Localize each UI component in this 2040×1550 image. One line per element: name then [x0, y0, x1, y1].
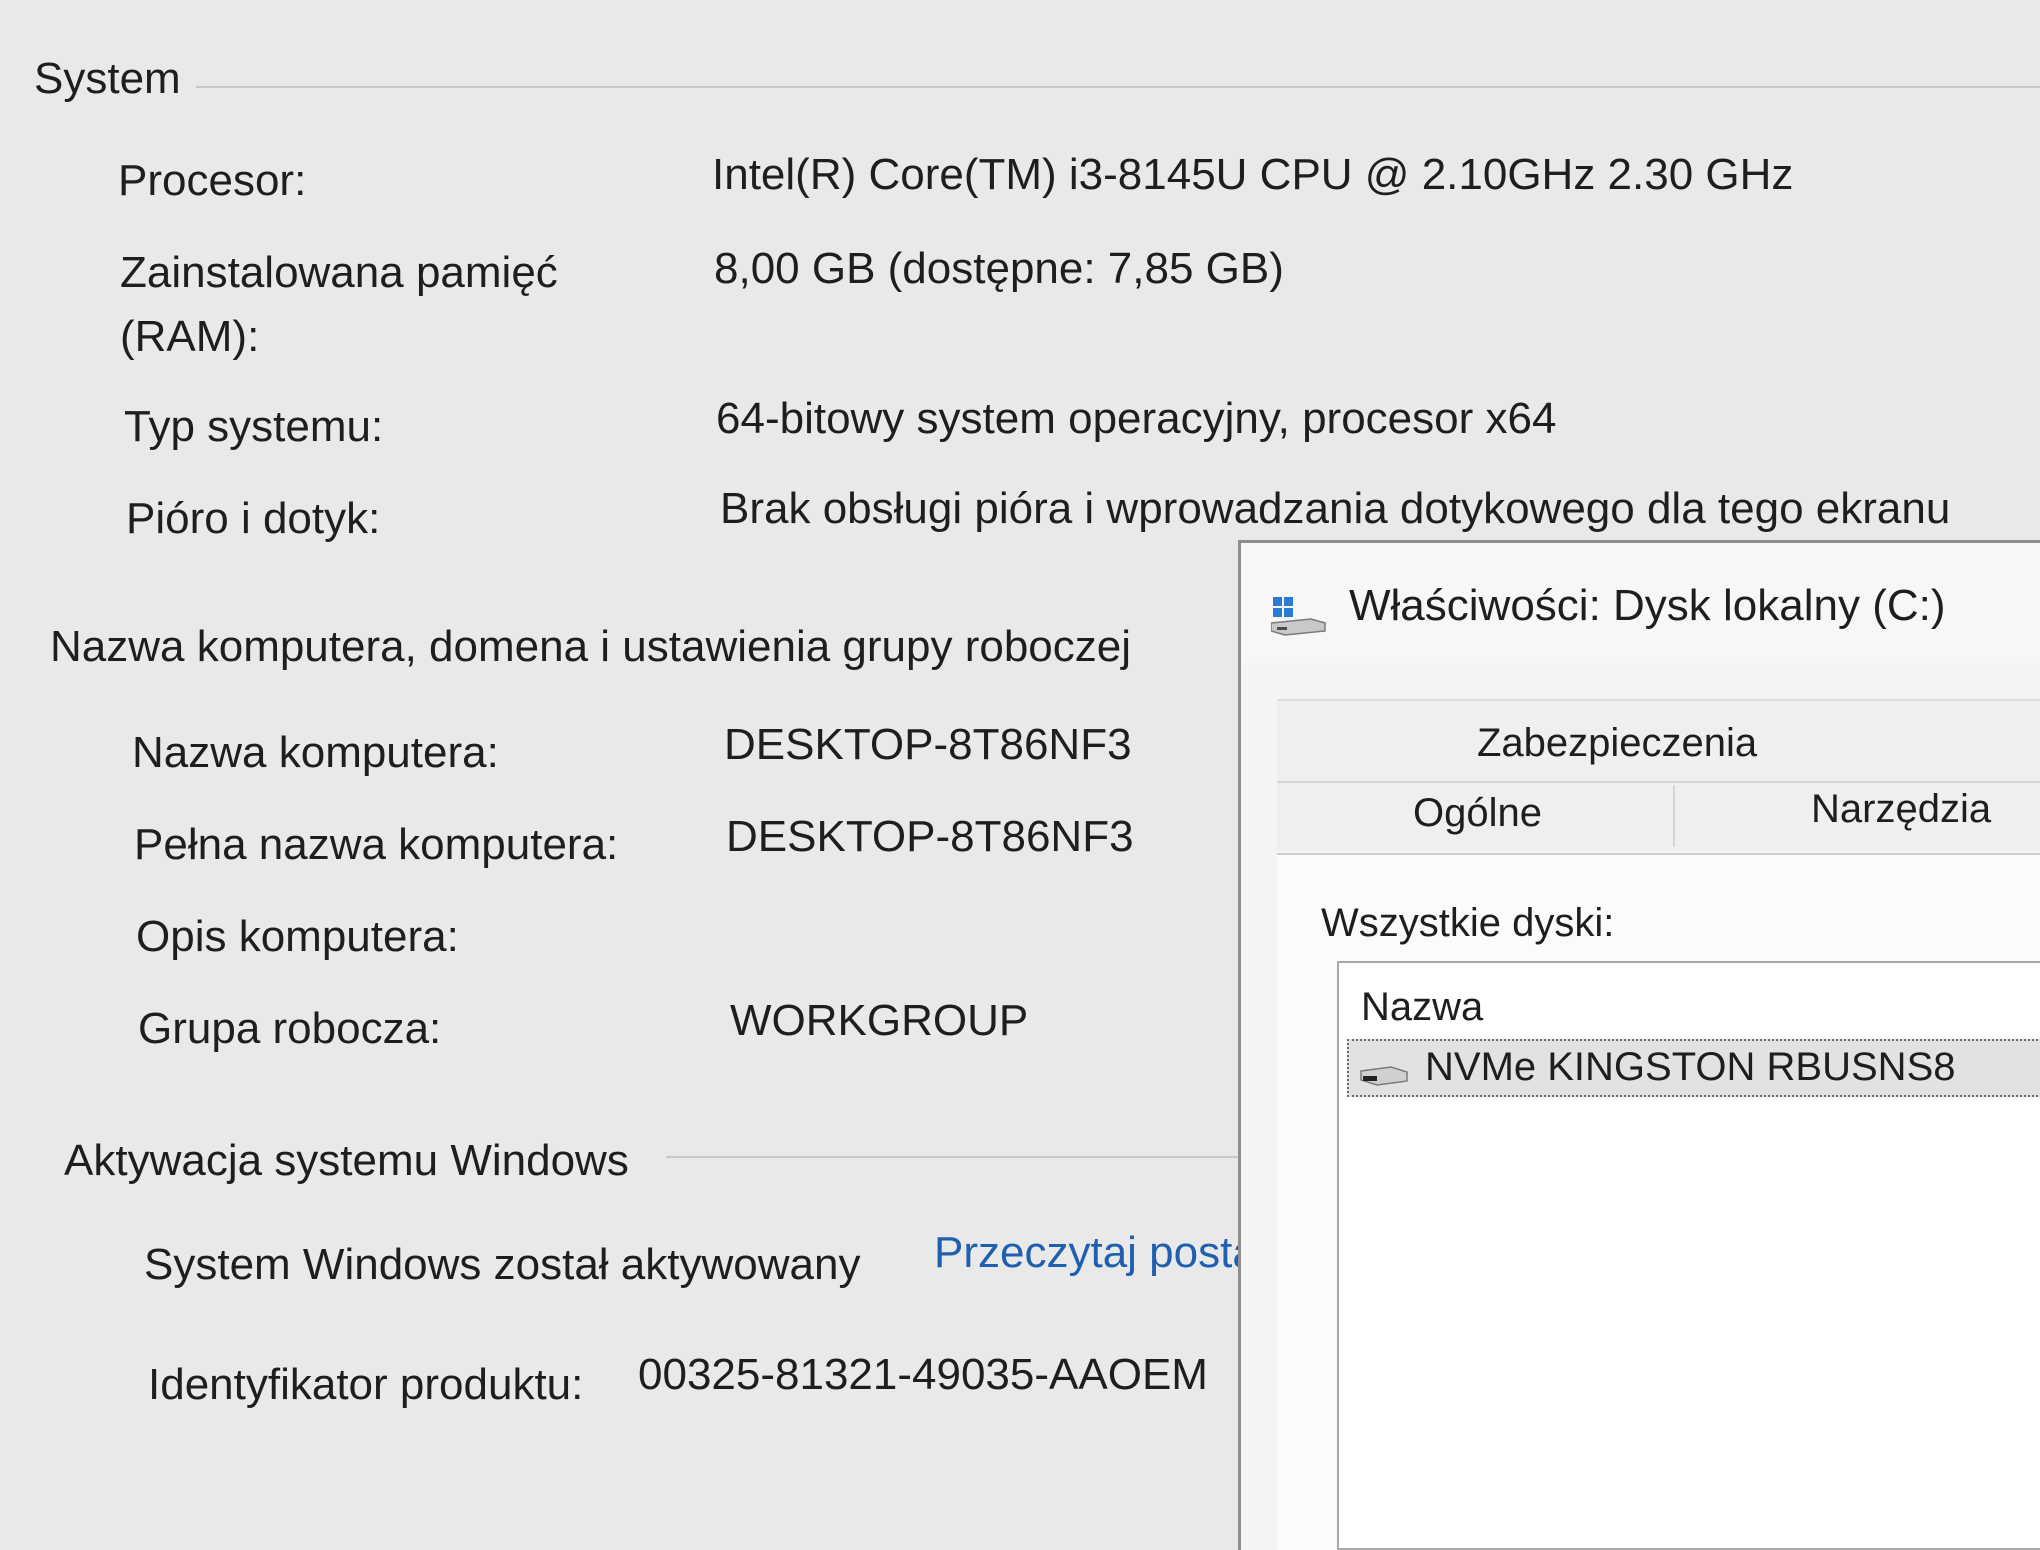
section-title-activation: Aktywacja systemu Windows: [64, 1136, 629, 1185]
read-more-link[interactable]: Przeczytaj posta: [934, 1228, 1238, 1278]
column-header-name[interactable]: Nazwa: [1361, 985, 1483, 1030]
disk-list-item[interactable]: NVMe KINGSTON RBUSNS8: [1347, 1039, 2040, 1097]
drive-icon: [1271, 597, 1326, 636]
hard-drive-icon: [1360, 1066, 1408, 1086]
tab-strip: Zabezpieczenia Ogólne Narzędzia: [1277, 699, 2040, 851]
drive-properties-dialog[interactable]: Właściwości: Dysk lokalny (C:) Zabezpiec…: [1238, 540, 2040, 1550]
value-system-type: 64-bitowy system operacyjny, procesor x6…: [716, 394, 1557, 443]
label-pen-touch: Pióro i dotyk:: [126, 494, 381, 543]
disk-name: NVMe KINGSTON RBUSNS8: [1425, 1045, 1956, 1089]
tab-general[interactable]: Ogólne: [1413, 791, 1542, 836]
value-workgroup: WORKGROUP: [730, 996, 1029, 1045]
value-pen-touch: Brak obsługi pióra i wprowadzania dotyko…: [720, 484, 1951, 533]
label-product-id: Identyfikator produktu:: [148, 1360, 584, 1409]
label-computer-description: Opis komputera:: [136, 912, 459, 961]
label-ram: Zainstalowana pamięć: [120, 248, 558, 297]
value-full-computer-name: DESKTOP-8T86NF3: [726, 812, 1134, 861]
section-divider: [196, 86, 2040, 88]
tab-security[interactable]: Zabezpieczenia: [1477, 721, 1757, 766]
value-processor: Intel(R) Core(TM) i3-8145U CPU @ 2.10GHz…: [712, 150, 1794, 199]
dialog-title: Właściwości: Dysk lokalny (C:): [1349, 581, 1946, 630]
label-workgroup: Grupa robocza:: [138, 1004, 442, 1053]
label-ram-2: (RAM):: [120, 312, 260, 361]
section-title-computer: Nazwa komputera, domena i ustawienia gru…: [50, 622, 1132, 671]
disk-list[interactable]: Nazwa NVMe KINGSTON RBUSNS8: [1337, 961, 2040, 1550]
tab-tools[interactable]: Narzędzia: [1811, 787, 1991, 832]
dialog-titlebar[interactable]: Właściwości: Dysk lokalny (C:): [1241, 543, 2040, 663]
tab-row-divider: [1277, 781, 2040, 783]
section-divider: [666, 1156, 1238, 1158]
tab-divider: [1673, 785, 1675, 847]
value-computer-name: DESKTOP-8T86NF3: [724, 720, 1132, 769]
label-system-type: Typ systemu:: [124, 402, 384, 451]
value-ram: 8,00 GB (dostępne: 7,85 GB): [714, 244, 1284, 293]
all-disks-label: Wszystkie dyski:: [1321, 901, 1615, 945]
tab-panel-hardware: Wszystkie dyski: Nazwa NVMe KINGSTON RBU…: [1277, 853, 2040, 1550]
value-product-id: 00325-81321-49035-AAOEM: [638, 1350, 1208, 1399]
label-processor: Procesor:: [118, 156, 307, 205]
section-title-system: System: [34, 54, 181, 103]
label-computer-name: Nazwa komputera:: [132, 728, 499, 777]
label-full-computer-name: Pełna nazwa komputera:: [134, 820, 619, 869]
activation-status: System Windows został aktywowany: [144, 1240, 861, 1289]
